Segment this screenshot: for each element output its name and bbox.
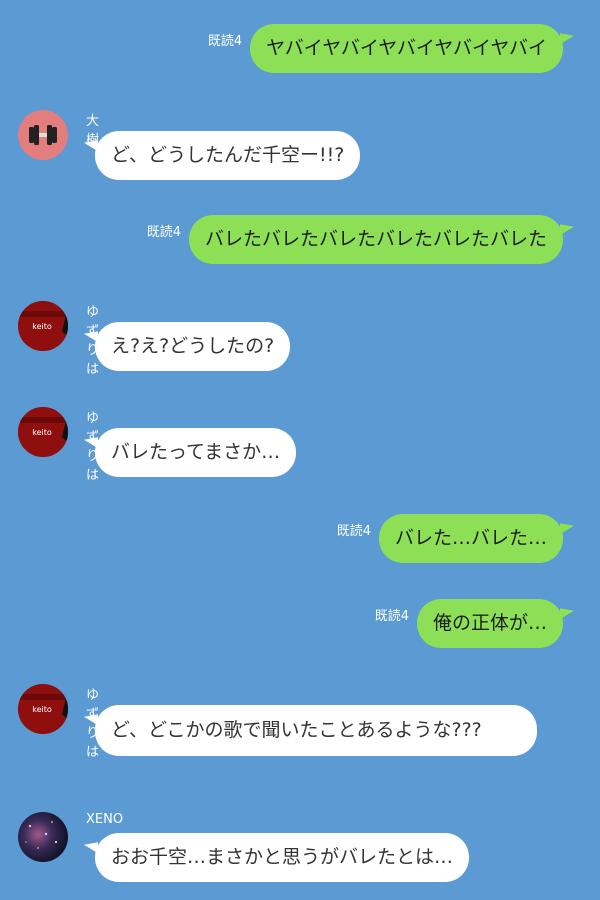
message-bubble-outgoing[interactable]: ヤバイヤバイヤバイヤバイヤバイ	[250, 24, 563, 73]
chat-area[interactable]: 既読4 ヤバイヤバイヤバイヤバイヤバイ 大樹 ど、どうしたんだ千空ー!!? 既読…	[0, 0, 600, 900]
message-row-outgoing: 既読4 バレた…バレた…	[337, 514, 563, 563]
message-bubble-outgoing[interactable]: 俺の正体が…	[416, 599, 563, 648]
galaxy-avatar[interactable]	[18, 812, 68, 862]
message-bubble-outgoing[interactable]: バレた…バレた…	[378, 514, 563, 563]
keito-avatar[interactable]: keito	[18, 301, 68, 351]
message-bubble-incoming[interactable]: バレたってまさか…	[95, 428, 297, 477]
message-bubble-incoming[interactable]: おお千空…まさかと思うがバレたとは…	[95, 833, 470, 882]
read-receipt: 既読4	[207, 34, 243, 49]
read-receipt: 既読4	[336, 524, 371, 539]
message-bubble-incoming[interactable]: ど、どうしたんだ千空ー!!?	[95, 131, 361, 180]
keito-avatar[interactable]: keito	[18, 407, 68, 457]
message-bubble-incoming[interactable]: ど、どこかの歌で聞いたことあるような???	[95, 705, 537, 756]
dumbbell-avatar[interactable]	[18, 110, 68, 160]
keito-avatar[interactable]: keito	[18, 684, 68, 734]
read-receipt: 既読4	[374, 609, 409, 624]
svg-text:keito: keito	[32, 322, 52, 331]
message-bubble-incoming[interactable]: え?え?どうしたの?	[95, 322, 291, 371]
message-row-outgoing: 既読4 俺の正体が…	[375, 599, 563, 648]
svg-text:keito: keito	[32, 428, 52, 437]
svg-text:keito: keito	[32, 705, 52, 714]
message-row-outgoing: 既読4 バレたバレたバレたバレたバレたバレた	[147, 215, 563, 264]
message-bubble-outgoing[interactable]: バレたバレたバレたバレたバレたバレた	[188, 215, 563, 264]
sender-name: XENO	[86, 812, 124, 827]
read-receipt: 既読4	[146, 225, 181, 240]
message-row-outgoing: 既読4 ヤバイヤバイヤバイヤバイヤバイ	[208, 24, 563, 73]
